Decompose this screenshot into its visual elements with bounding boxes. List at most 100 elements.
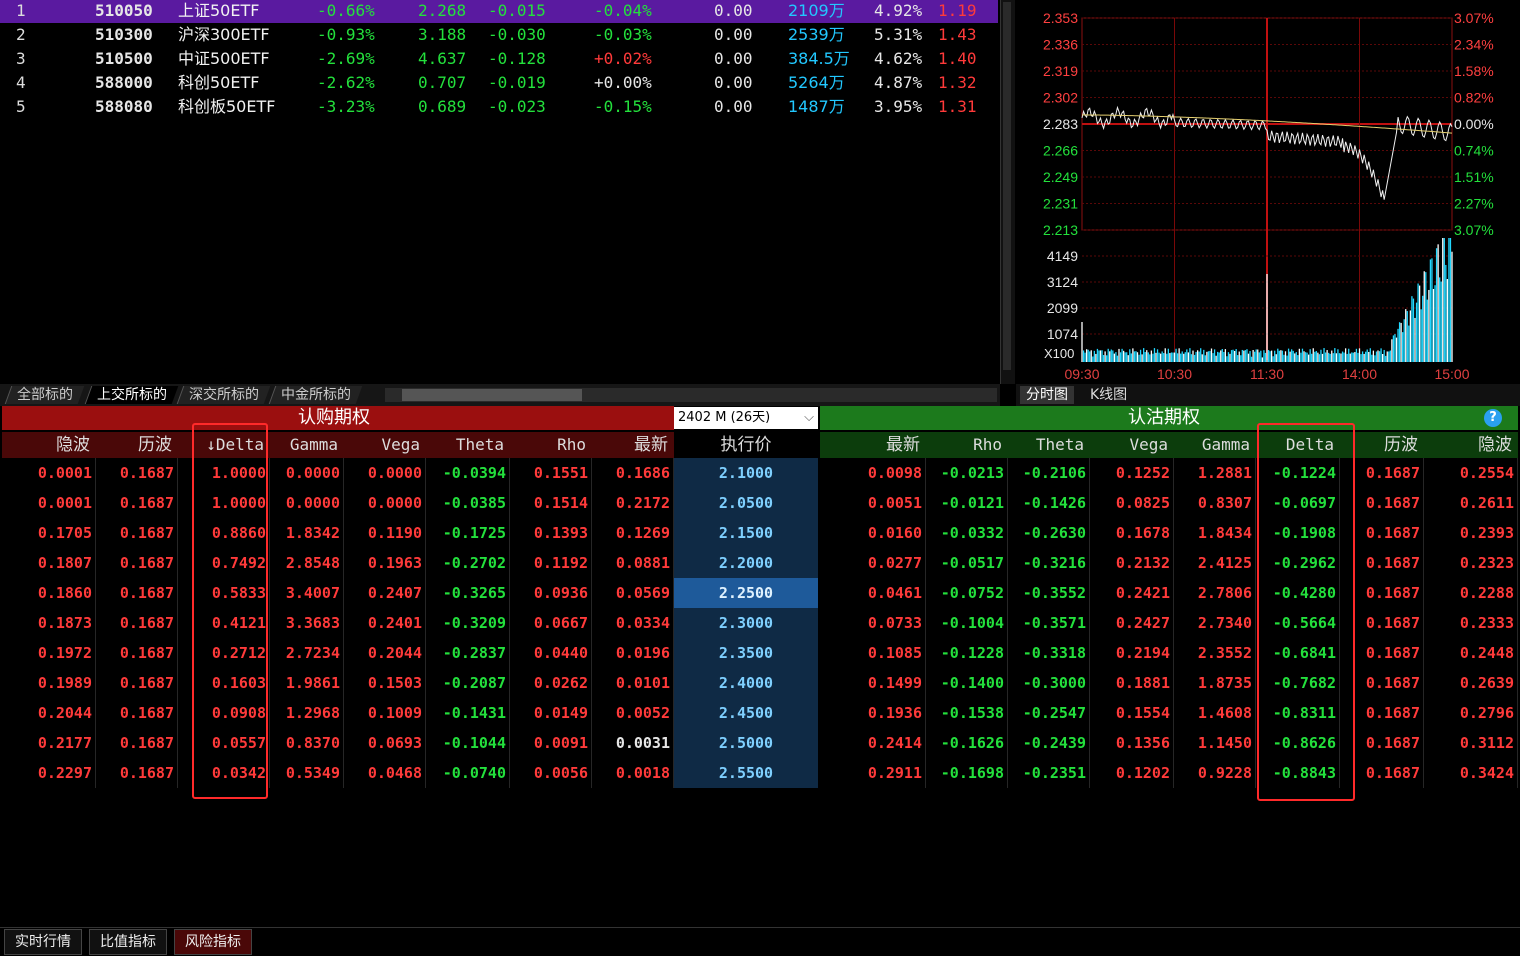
put-cell[interactable]: 2.7806 [1174, 578, 1256, 608]
call-cell[interactable]: 0.2297 [2, 758, 96, 788]
put-cell[interactable]: -0.0752 [926, 578, 1008, 608]
strike-price[interactable]: 2.3500 [674, 638, 818, 668]
strike-price[interactable]: 2.4000 [674, 668, 818, 698]
tab-szse-underlyings[interactable]: 深交所标的 [176, 386, 271, 404]
call-cell[interactable]: 0.0091 [510, 728, 592, 758]
call-cell[interactable]: 0.2407 [344, 578, 426, 608]
put-cell[interactable]: 0.2194 [1090, 638, 1174, 668]
etf-row[interactable]: 2 510300 沪深300ETF -0.93% 3.188 -0.030 -0.03% 0.… [0, 23, 998, 47]
call-cell[interactable]: 0.1551 [510, 458, 592, 488]
call-cell[interactable]: 0.1705 [2, 518, 96, 548]
call-col-header[interactable]: Theta [426, 432, 504, 458]
call-cell[interactable]: 0.1269 [592, 518, 674, 548]
call-cell[interactable]: 0.0693 [344, 728, 426, 758]
strike-price[interactable]: 2.0500 [674, 488, 818, 518]
call-cell[interactable]: 2.8548 [270, 548, 344, 578]
strike-price[interactable]: 2.1000 [674, 458, 818, 488]
put-cell[interactable]: 1.2881 [1174, 458, 1256, 488]
call-cell[interactable]: -0.0740 [426, 758, 510, 788]
call-col-header[interactable]: Gamma [270, 432, 338, 458]
put-cell[interactable]: 0.0277 [820, 548, 926, 578]
put-cell[interactable]: -0.3216 [1008, 548, 1090, 578]
call-cell[interactable]: 0.0000 [270, 488, 344, 518]
put-cell[interactable]: 0.0051 [820, 488, 926, 518]
put-cell[interactable]: 1.8434 [1174, 518, 1256, 548]
call-cell[interactable]: 3.4007 [270, 578, 344, 608]
tab-all-underlyings[interactable]: 全部标的 [4, 386, 85, 404]
put-cell[interactable]: -0.2439 [1008, 728, 1090, 758]
put-cell[interactable]: 0.1356 [1090, 728, 1174, 758]
call-cell[interactable]: 0.0031 [592, 728, 674, 758]
call-cell[interactable]: -0.1431 [426, 698, 510, 728]
call-cell[interactable]: 0.1687 [96, 728, 178, 758]
call-cell[interactable]: 0.1687 [96, 518, 178, 548]
put-cell[interactable]: 0.2427 [1090, 608, 1174, 638]
put-cell[interactable]: -0.0213 [926, 458, 1008, 488]
call-cell[interactable]: 0.1687 [96, 668, 178, 698]
put-cell[interactable]: -0.1426 [1008, 488, 1090, 518]
put-cell[interactable]: -0.0517 [926, 548, 1008, 578]
call-cell[interactable]: 0.0667 [510, 608, 592, 638]
call-cell[interactable]: 0.0000 [344, 488, 426, 518]
put-cell[interactable]: 0.2421 [1090, 578, 1174, 608]
call-cell[interactable]: 0.0262 [510, 668, 592, 698]
call-cell[interactable]: -0.3265 [426, 578, 510, 608]
put-cell[interactable]: 1.4608 [1174, 698, 1256, 728]
put-cell[interactable]: 0.1499 [820, 668, 926, 698]
put-cell[interactable]: -0.1698 [926, 758, 1008, 788]
put-cell[interactable]: 0.2639 [1424, 668, 1518, 698]
put-cell[interactable]: 0.2611 [1424, 488, 1518, 518]
strike-col-header[interactable]: 执行价 [674, 432, 818, 458]
call-cell[interactable]: 0.2401 [344, 608, 426, 638]
call-cell[interactable]: 3.3683 [270, 608, 344, 638]
call-cell[interactable]: 0.1687 [96, 608, 178, 638]
put-cell[interactable]: 0.1252 [1090, 458, 1174, 488]
call-cell[interactable]: 0.0001 [2, 458, 96, 488]
put-cell[interactable]: 0.1085 [820, 638, 926, 668]
put-cell[interactable]: -0.0121 [926, 488, 1008, 518]
tab-kline[interactable]: K线图 [1084, 386, 1133, 404]
call-cell[interactable]: 0.1687 [96, 698, 178, 728]
call-cell[interactable]: 0.0569 [592, 578, 674, 608]
put-cell[interactable]: -0.1626 [926, 728, 1008, 758]
strike-price[interactable]: 2.4500 [674, 698, 818, 728]
put-cell[interactable]: -0.1004 [926, 608, 1008, 638]
put-cell[interactable]: 0.2414 [820, 728, 926, 758]
put-cell[interactable]: 0.2288 [1424, 578, 1518, 608]
tab-ratio-indicators[interactable]: 比值指标 [89, 929, 167, 955]
call-cell[interactable]: 0.1972 [2, 638, 96, 668]
call-cell[interactable]: 0.1514 [510, 488, 592, 518]
call-cell[interactable]: 0.0196 [592, 638, 674, 668]
call-cell[interactable]: 0.2172 [592, 488, 674, 518]
call-cell[interactable]: 0.1989 [2, 668, 96, 698]
tab-risk-indicators[interactable]: 风险指标 [174, 929, 252, 955]
call-cell[interactable]: 0.1687 [96, 638, 178, 668]
put-cell[interactable]: -0.3000 [1008, 668, 1090, 698]
put-cell[interactable]: 0.9228 [1174, 758, 1256, 788]
put-cell[interactable]: 0.3112 [1424, 728, 1518, 758]
call-cell[interactable]: 0.1009 [344, 698, 426, 728]
call-cell[interactable]: 0.0056 [510, 758, 592, 788]
tab-sse-underlyings[interactable]: 上交所标的 [84, 386, 179, 404]
put-cell[interactable]: 2.4125 [1174, 548, 1256, 578]
put-cell[interactable]: -0.3571 [1008, 608, 1090, 638]
call-cell[interactable]: 0.0468 [344, 758, 426, 788]
strike-price[interactable]: 2.1500 [674, 518, 818, 548]
etf-row[interactable]: 3 510500 中证500ETF -2.69% 4.637 -0.128 +0.02% 0.… [0, 47, 998, 71]
call-cell[interactable]: 0.0101 [592, 668, 674, 698]
call-cell[interactable]: 0.1687 [96, 548, 178, 578]
put-cell[interactable]: 0.0825 [1090, 488, 1174, 518]
put-cell[interactable]: 0.2333 [1424, 608, 1518, 638]
etf-row[interactable]: 5 588080 科创板50ETF -3.23% 0.689 -0.023 -0.15% 0.… [0, 95, 998, 119]
put-cell[interactable]: 2.3552 [1174, 638, 1256, 668]
call-col-header[interactable]: Vega [344, 432, 420, 458]
put-cell[interactable]: 0.2323 [1424, 548, 1518, 578]
call-cell[interactable]: -0.0394 [426, 458, 510, 488]
call-cell[interactable]: 0.1687 [96, 488, 178, 518]
put-cell[interactable]: 0.2554 [1424, 458, 1518, 488]
call-cell[interactable]: 0.0936 [510, 578, 592, 608]
tab-cffex-underlyings[interactable]: 中金所标的 [268, 386, 363, 404]
strike-price[interactable]: 2.5000 [674, 728, 818, 758]
put-cell[interactable]: -0.2106 [1008, 458, 1090, 488]
put-cell[interactable]: 0.2796 [1424, 698, 1518, 728]
